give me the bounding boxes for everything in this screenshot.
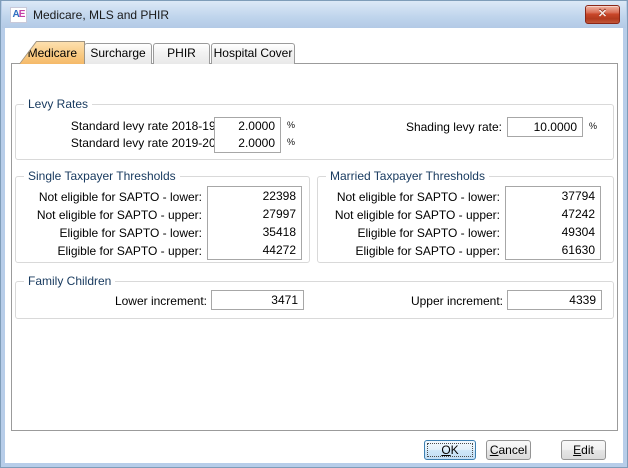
tab-medicare[interactable]: Medicare — [19, 41, 85, 64]
close-icon: ✕ — [598, 8, 607, 20]
dialog-window: AE Medicare, MLS and PHIR ✕ Medicare Sur… — [0, 0, 628, 468]
group-married-thresholds-title: Married Taxpayer Thresholds — [326, 169, 489, 183]
titlebar[interactable]: AE Medicare, MLS and PHIR — [2, 1, 626, 28]
ok-button[interactable]: OK — [424, 440, 476, 460]
tab-phir[interactable]: PHIR — [153, 43, 210, 64]
edit-button[interactable]: Edit — [561, 440, 606, 460]
label-married-not-eligible-upper: Not eligible for SAPTO - upper: — [334, 206, 500, 224]
label-single-not-eligible-lower: Not eligible for SAPTO - lower: — [36, 188, 202, 206]
label-single-eligible-upper: Eligible for SAPTO - upper: — [36, 242, 202, 260]
label-single-not-eligible-upper: Not eligible for SAPTO - upper: — [36, 206, 202, 224]
input-shading-levy-rate[interactable]: 10.0000 — [507, 117, 583, 137]
tab-hospital-cover[interactable]: Hospital Cover — [211, 43, 295, 64]
percent-label: % — [287, 120, 295, 130]
close-button[interactable]: ✕ — [585, 5, 620, 24]
percent-label: % — [589, 121, 597, 131]
group-married-thresholds: Married Taxpayer Thresholds Not eligible… — [317, 176, 614, 263]
edit-button-label: Edit — [562, 441, 605, 459]
input-single-not-eligible-lower[interactable]: 22398 — [208, 187, 301, 205]
input-single-eligible-upper[interactable]: 44272 — [208, 241, 301, 259]
group-levy-rates: Levy Rates Standard levy rate 2018-19: S… — [15, 104, 614, 160]
group-levy-rates-title: Levy Rates — [24, 97, 92, 111]
label-married-eligible-upper: Eligible for SAPTO - upper: — [334, 242, 500, 260]
tab-medicare-label: Medicare — [20, 42, 84, 64]
window-title: Medicare, MLS and PHIR — [33, 8, 169, 22]
input-lower-increment[interactable]: 3471 — [211, 290, 304, 310]
input-upper-increment[interactable]: 4339 — [507, 290, 602, 310]
input-married-not-eligible-upper[interactable]: 47242 — [506, 205, 600, 223]
tab-surcharge[interactable]: Surcharge — [84, 43, 152, 64]
percent-label: % — [287, 137, 295, 147]
group-family-children-title: Family Children — [24, 274, 115, 288]
input-single-eligible-lower[interactable]: 35418 — [208, 223, 301, 241]
label-single-eligible-lower: Eligible for SAPTO - lower: — [36, 224, 202, 242]
input-married-eligible-lower[interactable]: 49304 — [506, 223, 600, 241]
label-lower-increment: Lower increment: — [67, 291, 207, 311]
group-single-thresholds: Single Taxpayer Thresholds Not eligible … — [15, 176, 310, 263]
app-icon[interactable]: AE — [10, 7, 27, 23]
label-married-eligible-lower: Eligible for SAPTO - lower: — [334, 224, 500, 242]
app-icon-letter-e: E — [19, 9, 25, 20]
dialog-client-area: Medicare Surcharge PHIR Hospital Cover L… — [5, 28, 623, 463]
label-shading-levy-rate: Shading levy rate: — [382, 119, 502, 136]
input-standard-levy-2018-19[interactable]: 2.0000 — [215, 118, 280, 135]
group-single-thresholds-title: Single Taxpayer Thresholds — [24, 169, 180, 183]
single-threshold-values: 22398 27997 35418 44272 — [207, 186, 302, 260]
label-standard-levy-2018-19: Standard levy rate 2018-19: — [56, 118, 219, 135]
ok-button-label: OK — [425, 441, 475, 459]
label-married-not-eligible-lower: Not eligible for SAPTO - lower: — [334, 188, 500, 206]
cancel-button-label: Cancel — [487, 441, 530, 459]
married-threshold-values: 37794 47242 49304 61630 — [505, 186, 601, 260]
group-family-children: Family Children Lower increment: 3471 Up… — [15, 281, 614, 319]
input-single-not-eligible-upper[interactable]: 27997 — [208, 205, 301, 223]
cancel-button[interactable]: Cancel — [486, 440, 531, 460]
levy-rate-values: 2.0000 2.0000 — [214, 117, 281, 153]
label-standard-levy-2019-20: Standard levy rate 2019-20: — [56, 135, 219, 152]
label-upper-increment: Upper increment: — [363, 291, 503, 311]
input-standard-levy-2019-20[interactable]: 2.0000 — [215, 135, 280, 152]
input-married-eligible-upper[interactable]: 61630 — [506, 241, 600, 259]
input-married-not-eligible-lower[interactable]: 37794 — [506, 187, 600, 205]
